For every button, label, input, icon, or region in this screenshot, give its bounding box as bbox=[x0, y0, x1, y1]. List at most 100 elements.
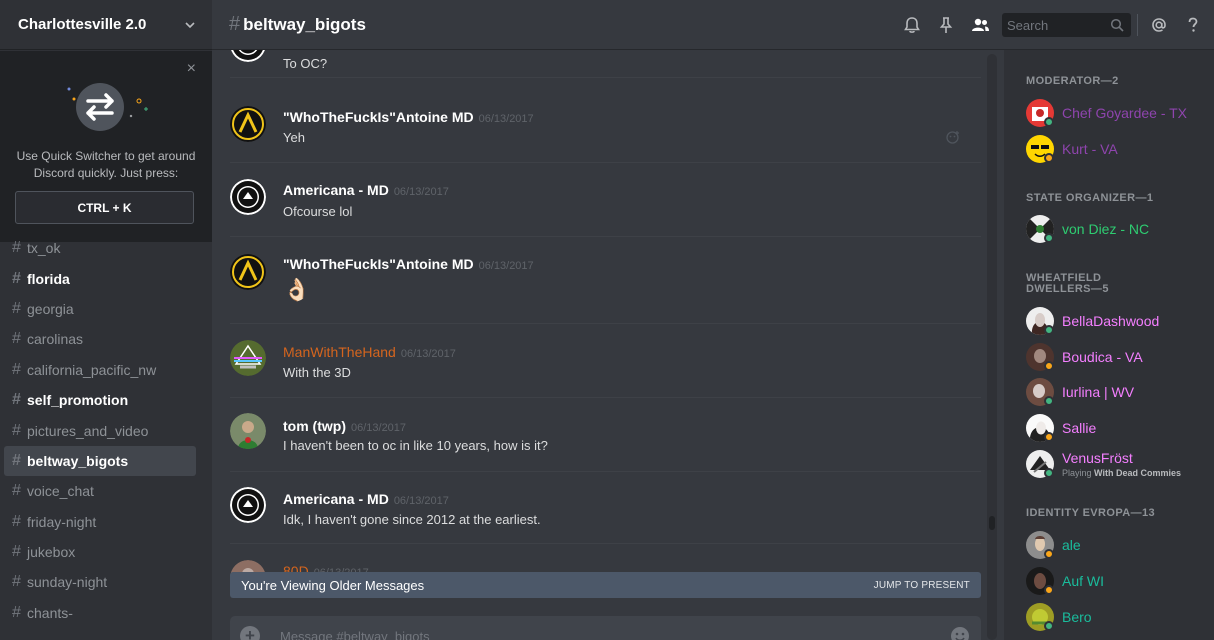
chevron-down-icon[interactable] bbox=[184, 19, 196, 31]
role-header: WHEATFIELD DWELLERS—5 bbox=[1026, 272, 1109, 295]
message-author[interactable]: ManWithTheHand 06/13/2017 bbox=[283, 344, 456, 360]
emoji-icon[interactable] bbox=[950, 626, 970, 640]
scrollbar-track[interactable] bbox=[987, 54, 997, 640]
americana-avatar[interactable] bbox=[230, 487, 266, 523]
hash-icon: # bbox=[12, 299, 21, 317]
channel-item-california-pacific-nw[interactable]: # california_pacific_nw bbox=[4, 355, 196, 385]
message-content: To OC? bbox=[283, 56, 328, 71]
older-messages-bar: You're Viewing Older Messages JUMP TO PR… bbox=[230, 572, 981, 598]
status-idle bbox=[1044, 549, 1054, 559]
channel-item-carolinas[interactable]: # carolinas bbox=[4, 324, 196, 354]
hash-icon: # bbox=[12, 391, 21, 409]
member-name: Iurlina | WV bbox=[1062, 384, 1135, 400]
hash-icon: # bbox=[12, 512, 21, 530]
member-item[interactable]: Bero bbox=[1026, 603, 1206, 635]
search-box[interactable] bbox=[1002, 13, 1131, 37]
americana-avatar[interactable] bbox=[230, 50, 266, 62]
author-name[interactable]: Americana - MD bbox=[283, 182, 389, 198]
quick-switcher-text: Use Quick Switcher to get around Discord… bbox=[16, 149, 196, 180]
member-name: ale bbox=[1062, 537, 1081, 553]
triangle-avatar[interactable] bbox=[230, 340, 266, 376]
message-author[interactable]: Americana - MD 06/13/2017 bbox=[283, 491, 449, 507]
message-content: With the 3D bbox=[283, 365, 351, 380]
message-timestamp: 06/13/2017 bbox=[478, 260, 534, 272]
message-author[interactable]: tom (twp) 06/13/2017 bbox=[283, 418, 406, 434]
members-icon[interactable] bbox=[970, 15, 990, 35]
author-name[interactable]: tom (twp) bbox=[283, 418, 346, 434]
member-list: MODERATOR—2 Chef Goyardee - TX Kurt - VA… bbox=[1004, 50, 1214, 640]
server-header[interactable]: Charlottesville 2.0 bbox=[0, 0, 212, 50]
member-item[interactable]: Boudica - VA bbox=[1026, 343, 1206, 375]
member-item[interactable]: Auf WI bbox=[1026, 567, 1206, 599]
status-online bbox=[1044, 325, 1054, 335]
americana-avatar[interactable] bbox=[230, 179, 266, 215]
member-item[interactable]: Sallie bbox=[1026, 414, 1206, 446]
member-name: VenusFröst bbox=[1062, 450, 1133, 466]
message-content: 👌🏻 bbox=[283, 277, 311, 302]
member-item[interactable]: Chef Goyardee - TX bbox=[1026, 99, 1206, 131]
channel-item-pictures-and-video[interactable]: # pictures_and_video bbox=[4, 415, 196, 445]
scrollbar-thumb[interactable] bbox=[989, 516, 995, 530]
channel-item-florida[interactable]: # florida bbox=[4, 263, 196, 293]
author-name[interactable]: ManWithTheHand bbox=[283, 344, 396, 360]
channel-item-chants[interactable]: # chants- bbox=[4, 598, 196, 628]
channel-label: california_pacific_nw bbox=[27, 361, 157, 378]
lambda-avatar[interactable] bbox=[230, 106, 266, 142]
message-author[interactable]: Americana - MD 06/13/2017 bbox=[283, 182, 449, 198]
quick-switcher-icon bbox=[67, 83, 148, 131]
help-icon[interactable] bbox=[1183, 15, 1203, 35]
message-author[interactable]: "WhoTheFuckIs"Antoine MD 06/13/2017 bbox=[283, 109, 534, 125]
member-item[interactable]: Iurlina | WV bbox=[1026, 378, 1206, 410]
hash-icon: # bbox=[12, 451, 21, 469]
channel-item-sunday-night[interactable]: # sunday-night bbox=[4, 567, 196, 597]
channel-item-voice-chat[interactable]: # voice_chat bbox=[4, 476, 196, 506]
channel-item-jukebox[interactable]: # jukebox bbox=[4, 537, 196, 567]
close-icon[interactable]: × bbox=[187, 61, 196, 77]
message-item: ManWithTheHand 06/13/2017 With the 3D bbox=[230, 324, 981, 398]
message-content: Ofcourse lol bbox=[283, 204, 353, 219]
message-timestamp: 06/13/2017 bbox=[393, 186, 449, 198]
message-input[interactable] bbox=[280, 616, 930, 640]
author-name[interactable]: Americana - MD bbox=[283, 491, 389, 507]
member-item[interactable]: VenusFröst Playing With Dead Commies bbox=[1026, 450, 1206, 482]
channel-item-tx-ok[interactable]: # tx_ok bbox=[4, 233, 196, 263]
pin-icon[interactable] bbox=[936, 15, 956, 35]
message-author[interactable]: "WhoTheFuckIs"Antoine MD 06/13/2017 bbox=[283, 256, 534, 272]
channel-item-georgia[interactable]: # georgia bbox=[4, 294, 196, 324]
member-name: BellaDashwood bbox=[1062, 313, 1160, 329]
channel-item-self-promotion[interactable]: # self_promotion bbox=[4, 385, 196, 415]
upload-plus-icon[interactable]: + bbox=[240, 626, 260, 640]
channel-item-friday-night[interactable]: # friday-night bbox=[4, 507, 196, 537]
message-composer[interactable]: + bbox=[230, 616, 981, 640]
member-item[interactable]: von Diez - NC bbox=[1026, 215, 1206, 247]
quick-switcher-shortcut-button[interactable]: CTRL + K bbox=[15, 191, 194, 224]
status-online bbox=[1044, 468, 1054, 478]
member-item[interactable]: Kurt - VA bbox=[1026, 135, 1206, 167]
hash-icon: # bbox=[12, 269, 21, 287]
at-icon[interactable] bbox=[1149, 15, 1169, 35]
lambda-avatar[interactable] bbox=[230, 254, 266, 290]
search-icon[interactable] bbox=[1110, 18, 1124, 32]
channel-item-beltway-bigots[interactable]: # beltway_bigots bbox=[4, 445, 196, 477]
member-item[interactable]: BellaDashwood bbox=[1026, 307, 1206, 339]
status-idle bbox=[1044, 432, 1054, 442]
server-name: Charlottesville 2.0 bbox=[18, 16, 147, 33]
user-photo-avatar[interactable] bbox=[230, 413, 266, 449]
message-timestamp: 06/13/2017 bbox=[478, 113, 534, 125]
status-idle bbox=[1044, 361, 1054, 371]
jump-to-present-button[interactable]: JUMP TO PRESENT bbox=[874, 580, 970, 591]
message-item: Americana - MD 06/13/2017 Ofcourse lol bbox=[230, 163, 981, 237]
chat-header: # beltway_bigots bbox=[212, 0, 1214, 50]
add-reaction-icon[interactable] bbox=[945, 129, 961, 145]
message-list: To OC? "WhoTheFuckIs"Antoine MD 06/13/201… bbox=[212, 50, 986, 640]
member-item[interactable]: ale bbox=[1026, 531, 1206, 563]
channel-label: self_promotion bbox=[27, 392, 129, 409]
author-name[interactable]: "WhoTheFuckIs"Antoine MD bbox=[283, 256, 474, 272]
role-header: MODERATOR—2 bbox=[1026, 75, 1119, 87]
bell-icon[interactable] bbox=[902, 15, 922, 35]
channel-label: friday-night bbox=[27, 513, 97, 530]
channel-title: # beltway_bigots bbox=[229, 13, 366, 36]
message-content: Yeh bbox=[283, 130, 305, 145]
author-name[interactable]: "WhoTheFuckIs"Antoine MD bbox=[283, 109, 474, 125]
channel-label: jukebox bbox=[27, 544, 76, 561]
